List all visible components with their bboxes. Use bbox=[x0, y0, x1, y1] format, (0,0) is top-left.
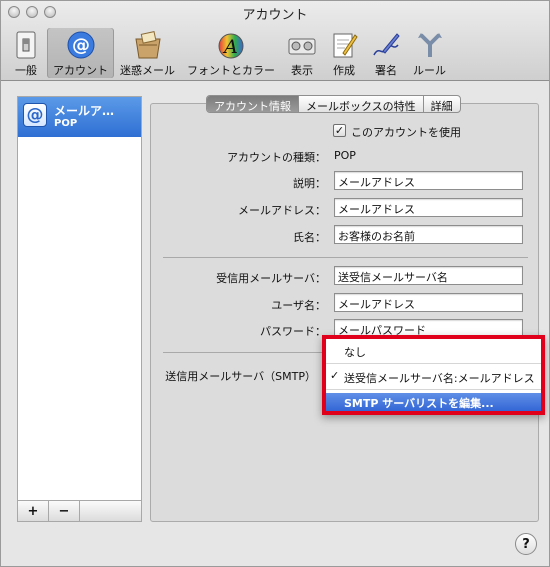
junk-mail-icon bbox=[133, 31, 163, 59]
preferences-window: アカウント 一般 @ アカウント 迷惑メール A フォントとカラー 表示 作成 … bbox=[0, 0, 550, 567]
email-label: メールアドレス： bbox=[238, 204, 326, 217]
toolbar-item-composing[interactable]: 作成 bbox=[323, 28, 365, 78]
at-icon: @ bbox=[66, 31, 96, 59]
description-label: 説明： bbox=[293, 177, 326, 190]
enable-account-label: このアカウントを使用 bbox=[351, 126, 461, 139]
account-type-label: アカウントの種類： bbox=[227, 151, 326, 164]
at-icon: @ bbox=[23, 103, 47, 127]
accounts-list[interactable]: @ メールア… POP bbox=[17, 96, 142, 501]
window-title: アカウント bbox=[242, 8, 308, 23]
toolbar-label: アカウント bbox=[53, 64, 108, 77]
toolbar-item-fonts-colors[interactable]: A フォントとカラー bbox=[181, 28, 281, 78]
toolbar-label: ルール bbox=[413, 64, 446, 77]
toolbar-item-junk-mail[interactable]: 迷惑メール bbox=[114, 28, 181, 78]
viewing-icon bbox=[287, 31, 317, 59]
full-name-field[interactable]: お客様のお名前 bbox=[334, 225, 523, 244]
svg-text:A: A bbox=[222, 36, 238, 58]
account-name: メールア… bbox=[54, 104, 115, 118]
password-label: パスワード： bbox=[260, 325, 326, 338]
account-type: POP bbox=[54, 118, 78, 129]
menu-item-edit-smtp-list[interactable]: SMTP サーバリストを編集... bbox=[326, 393, 541, 411]
toolbar-item-signatures[interactable]: 署名 bbox=[365, 28, 407, 78]
smtp-server-popup-menu[interactable]: なし ✓ 送受信メールサーバ名:メールアドレス SMTP サーバリストを編集..… bbox=[322, 335, 545, 415]
light-switch-icon bbox=[11, 31, 41, 59]
tab-bar: アカウント情報 メールボックスの特性 詳細 bbox=[206, 95, 461, 113]
menu-item-label: SMTP サーバリストを編集... bbox=[344, 397, 494, 410]
toolbar-item-accounts[interactable]: @ アカウント bbox=[47, 28, 114, 78]
help-button[interactable]: ? bbox=[515, 533, 537, 555]
incoming-server-label: 受信用メールサーバ： bbox=[216, 272, 326, 285]
fonts-colors-icon: A bbox=[216, 31, 246, 59]
account-type-value: POP bbox=[334, 149, 356, 162]
menu-item-label: なし bbox=[344, 346, 366, 359]
add-account-button[interactable]: + bbox=[18, 501, 49, 521]
toolbar-item-viewing[interactable]: 表示 bbox=[281, 28, 323, 78]
composing-icon bbox=[329, 31, 359, 59]
signature-icon bbox=[371, 31, 401, 59]
toolbar-label: 迷惑メール bbox=[120, 64, 175, 77]
full-name-label: 氏名： bbox=[293, 231, 326, 244]
enable-account-checkbox[interactable]: ✓ bbox=[333, 124, 346, 137]
section-divider bbox=[163, 257, 528, 258]
tab-mailbox-behaviors[interactable]: メールボックスの特性 bbox=[299, 96, 424, 112]
menu-separator bbox=[326, 363, 541, 364]
titlebar: アカウント 一般 @ アカウント 迷惑メール A フォントとカラー 表示 作成 … bbox=[1, 1, 549, 81]
tab-advanced[interactable]: 詳細 bbox=[424, 96, 460, 112]
accounts-list-footer: + − bbox=[17, 501, 142, 522]
toolbar-label: 署名 bbox=[375, 64, 397, 77]
toolbar-label: 作成 bbox=[333, 64, 355, 77]
menu-item-none[interactable]: なし bbox=[326, 341, 541, 361]
smtp-server-label: 送信用メールサーバ（SMTP） bbox=[165, 370, 316, 383]
tab-account-info[interactable]: アカウント情報 bbox=[207, 96, 299, 112]
toolbar-item-rules[interactable]: ルール bbox=[407, 28, 452, 78]
menu-item-label: 送受信メールサーバ名:メールアドレス bbox=[344, 372, 535, 385]
toolbar-label: 表示 bbox=[291, 64, 313, 77]
rules-icon bbox=[415, 31, 445, 59]
incoming-server-field[interactable]: 送受信メールサーバ名 bbox=[334, 266, 523, 285]
toolbar-label: フォントとカラー bbox=[187, 64, 275, 77]
description-field[interactable]: メールアドレス bbox=[334, 171, 523, 190]
username-field[interactable]: メールアドレス bbox=[334, 293, 523, 312]
toolbar-label: 一般 bbox=[15, 64, 37, 77]
remove-account-button[interactable]: − bbox=[49, 501, 80, 521]
checkmark-icon: ✓ bbox=[330, 369, 340, 382]
toolbar-item-general[interactable]: 一般 bbox=[5, 28, 47, 78]
svg-text:@: @ bbox=[72, 35, 90, 56]
menu-item-smtp-server[interactable]: ✓ 送受信メールサーバ名:メールアドレス bbox=[326, 367, 541, 387]
menu-separator bbox=[326, 389, 541, 390]
email-field[interactable]: メールアドレス bbox=[334, 198, 523, 217]
toolbar: 一般 @ アカウント 迷惑メール A フォントとカラー 表示 作成 署名 ルール bbox=[5, 28, 452, 78]
username-label: ユーザ名： bbox=[271, 299, 326, 312]
account-row[interactable]: @ メールア… POP bbox=[18, 97, 141, 137]
